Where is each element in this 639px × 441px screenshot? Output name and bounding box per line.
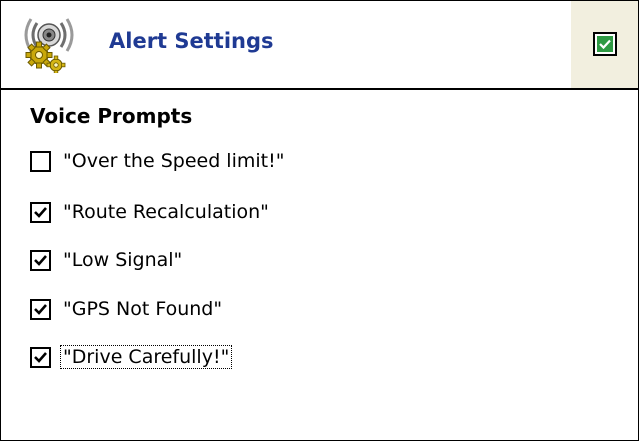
option-label: "Drive Carefully!" (59, 345, 233, 369)
section-title-voice-prompts: Voice Prompts (30, 104, 193, 128)
alert-settings-window: Alert Settings Voice Prompts "Over the S… (0, 0, 639, 441)
option-label: "Route Recalculation" (63, 201, 269, 223)
option-over-speed-limit[interactable]: "Over the Speed limit!" (30, 148, 286, 174)
checkbox-drive-carefully[interactable] (30, 346, 51, 368)
option-label: "Low Signal" (63, 249, 183, 271)
page-title: Alert Settings (109, 29, 274, 53)
ok-check-icon (597, 36, 613, 52)
checkmark-icon (34, 351, 47, 363)
checkbox-low-signal[interactable] (30, 249, 51, 271)
speaker-gears-icon (23, 13, 83, 75)
checkbox-route-recalculation[interactable] (30, 201, 51, 223)
header-divider (1, 88, 638, 90)
option-drive-carefully[interactable]: "Drive Carefully!" (30, 344, 233, 370)
option-label: "Over the Speed limit!" (63, 150, 285, 172)
checkbox-over-speed-limit[interactable] (30, 150, 51, 172)
header-bar: Alert Settings (1, 1, 638, 88)
option-route-recalculation[interactable]: "Route Recalculation" (30, 199, 271, 225)
checkmark-icon (34, 254, 47, 266)
option-gps-not-found[interactable]: "GPS Not Found" (30, 296, 224, 322)
ok-button[interactable] (593, 32, 617, 56)
checkmark-icon (34, 206, 47, 218)
checkmark-icon (34, 303, 47, 315)
option-low-signal[interactable]: "Low Signal" (30, 247, 184, 273)
option-label: "GPS Not Found" (63, 298, 223, 320)
checkbox-gps-not-found[interactable] (30, 298, 51, 320)
ok-button-area (571, 1, 638, 88)
